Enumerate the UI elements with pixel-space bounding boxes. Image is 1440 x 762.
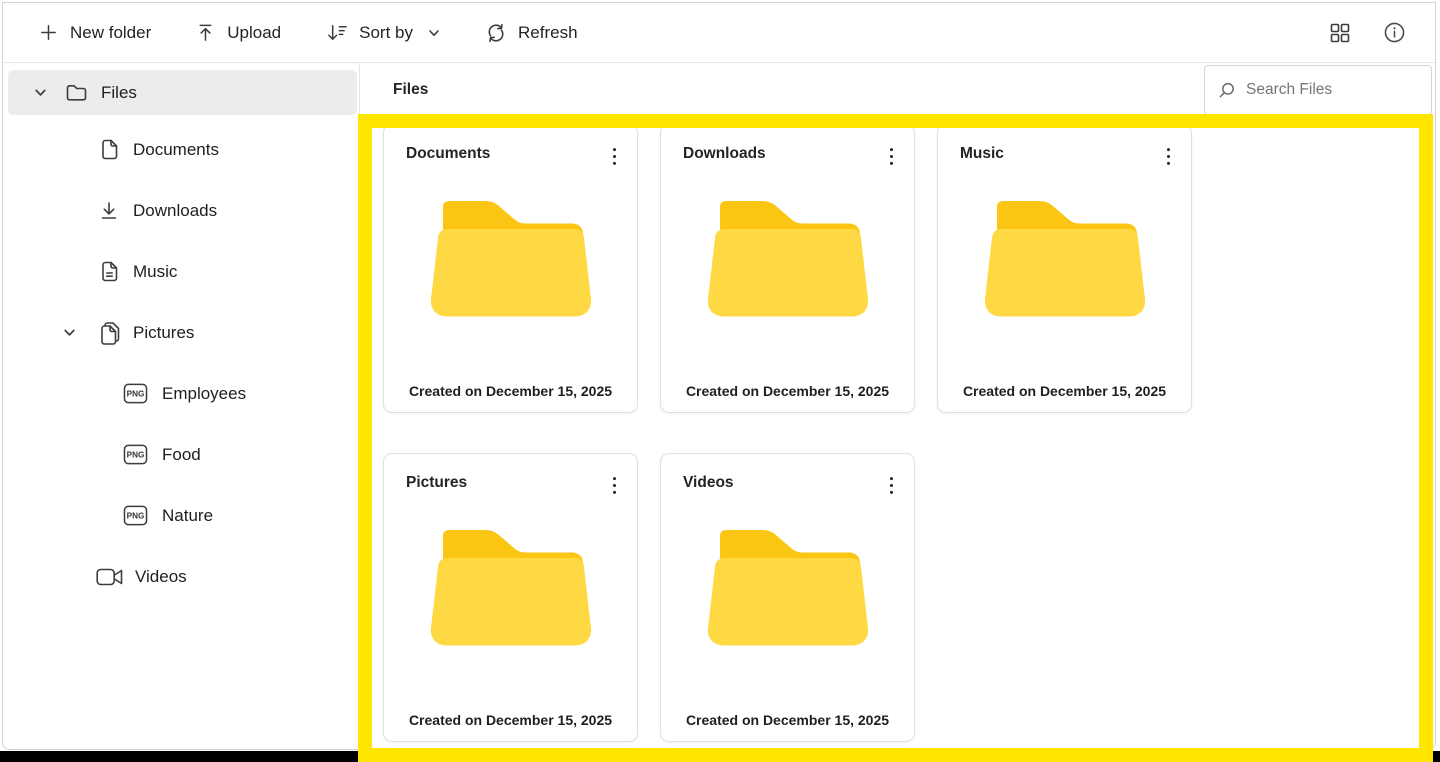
png-badge-icon: PNG <box>123 504 148 527</box>
folder-art-icon <box>982 196 1148 325</box>
sidebar-item-videos[interactable]: Videos <box>8 554 357 599</box>
card-header: Pictures <box>384 454 637 497</box>
folder-card-downloads[interactable]: Downloads Created on December 15, 2025 <box>660 124 915 413</box>
kebab-menu-button[interactable] <box>606 474 623 497</box>
png-badge-text: PNG <box>127 390 145 399</box>
new-folder-label: New folder <box>70 23 151 43</box>
folder-card-documents[interactable]: Documents Created on December 15, 2025 <box>383 124 638 413</box>
info-button[interactable] <box>1382 20 1407 45</box>
document-text-icon <box>98 260 120 283</box>
folder-card-pictures[interactable]: Pictures Created on December 15, 2025 <box>383 453 638 742</box>
created-label: Created on December 15, 2025 <box>938 383 1191 399</box>
new-folder-button[interactable]: New folder <box>38 22 151 43</box>
kebab-icon <box>612 147 617 166</box>
sidebar-item-label: Documents <box>133 140 219 160</box>
refresh-label: Refresh <box>518 23 578 43</box>
refresh-button[interactable]: Refresh <box>485 22 578 44</box>
toolbar: New folder Upload Sort by <box>3 3 1435 63</box>
card-header: Videos <box>661 454 914 497</box>
folder-card-videos[interactable]: Videos Created on December 15, 2025 <box>660 453 915 742</box>
folder-art-icon <box>705 196 871 325</box>
card-title: Pictures <box>406 474 467 492</box>
kebab-icon <box>889 476 894 495</box>
png-badge-text: PNG <box>127 451 145 460</box>
upload-button[interactable]: Upload <box>195 22 281 43</box>
upload-label: Upload <box>227 23 281 43</box>
content-area: Files Documents Downloads <box>3 63 1435 749</box>
card-header: Downloads <box>661 125 914 168</box>
copy-icon <box>98 321 120 345</box>
card-title: Videos <box>683 474 734 492</box>
kebab-menu-button[interactable] <box>883 474 900 497</box>
sidebar-item-label: Files <box>101 83 137 103</box>
created-label: Created on December 15, 2025 <box>661 383 914 399</box>
created-label: Created on December 15, 2025 <box>661 712 914 728</box>
main-panel: Files Documents <box>360 63 1435 749</box>
sidebar-item-files[interactable]: Files <box>8 70 357 115</box>
card-title: Downloads <box>683 145 766 163</box>
kebab-menu-button[interactable] <box>606 145 623 168</box>
kebab-icon <box>1166 147 1171 166</box>
sidebar-item-downloads[interactable]: Downloads <box>8 188 357 233</box>
card-header: Documents <box>384 125 637 168</box>
png-badge-icon: PNG <box>123 443 148 466</box>
video-icon <box>96 566 124 588</box>
sidebar-item-label: Downloads <box>133 201 217 221</box>
sidebar-tree: Files Documents Downloads <box>3 63 360 749</box>
toolbar-right-group <box>1328 20 1435 45</box>
screen-bottom-strip <box>0 751 1440 762</box>
sidebar-item-label: Food <box>162 445 201 465</box>
sidebar-item-pictures[interactable]: Pictures <box>8 310 357 355</box>
sidebar-item-music[interactable]: Music <box>8 249 357 294</box>
chevron-down-icon[interactable] <box>62 325 77 340</box>
grid-view-button[interactable] <box>1328 21 1352 45</box>
png-badge-text: PNG <box>127 512 145 521</box>
sidebar-item-label: Videos <box>135 567 187 587</box>
search-input[interactable] <box>1244 80 1414 100</box>
card-header: Music <box>938 125 1191 168</box>
page-title: Files <box>393 81 428 99</box>
folder-art-icon <box>428 525 594 654</box>
file-manager-window: New folder Upload Sort by <box>2 2 1436 750</box>
sidebar-item-label: Music <box>133 262 177 282</box>
sidebar-item-label: Nature <box>162 506 213 526</box>
download-icon <box>98 200 120 222</box>
sidebar-item-employees[interactable]: PNG Employees <box>8 371 357 416</box>
kebab-menu-button[interactable] <box>1160 145 1177 168</box>
kebab-menu-button[interactable] <box>883 145 900 168</box>
folder-card-music[interactable]: Music Created on December 15, 2025 <box>937 124 1192 413</box>
sidebar-item-label: Pictures <box>133 323 194 343</box>
folder-icon <box>65 81 88 104</box>
chevron-down-icon[interactable] <box>33 85 48 100</box>
upload-icon <box>195 22 216 43</box>
kebab-icon <box>612 476 617 495</box>
card-title: Documents <box>406 145 490 163</box>
created-label: Created on December 15, 2025 <box>384 712 637 728</box>
folder-art-icon <box>705 525 871 654</box>
folder-card-grid: Documents Created on December 15, 2025 <box>383 124 1195 742</box>
chevron-down-icon <box>427 26 441 40</box>
sidebar-item-nature[interactable]: PNG Nature <box>8 493 357 538</box>
search-icon <box>1217 81 1236 100</box>
png-badge-icon: PNG <box>123 382 148 405</box>
kebab-icon <box>889 147 894 166</box>
folder-art-icon <box>428 196 594 325</box>
created-label: Created on December 15, 2025 <box>384 383 637 399</box>
sidebar-item-label: Employees <box>162 384 246 404</box>
plus-icon <box>38 22 59 43</box>
sort-by-label: Sort by <box>359 23 413 43</box>
sidebar-item-documents[interactable]: Documents <box>8 127 357 172</box>
info-icon <box>1382 20 1407 45</box>
search-box <box>1204 65 1432 115</box>
sidebar-item-food[interactable]: PNG Food <box>8 432 357 477</box>
refresh-icon <box>485 22 507 44</box>
card-title: Music <box>960 145 1004 163</box>
document-icon <box>98 138 120 161</box>
sort-icon <box>325 22 348 43</box>
sort-by-button[interactable]: Sort by <box>325 22 441 43</box>
grid-view-icon <box>1328 21 1352 45</box>
